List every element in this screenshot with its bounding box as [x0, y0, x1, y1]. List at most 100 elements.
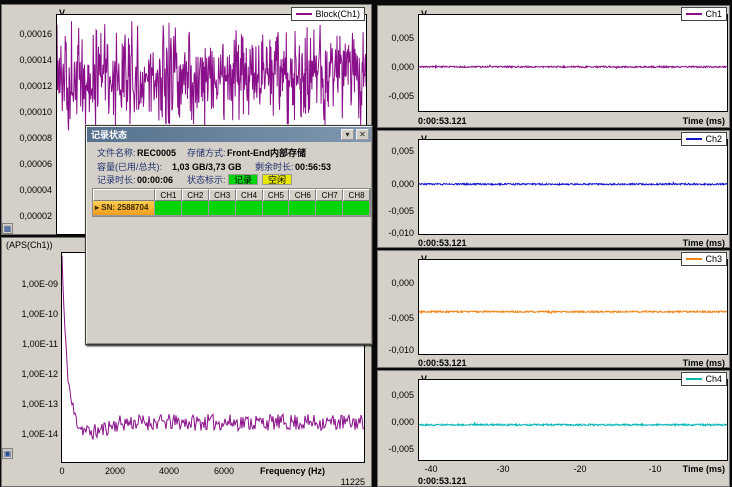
chart-tool-icon[interactable]: ▣ — [2, 448, 13, 459]
x-axis-label: Time (ms) — [683, 238, 725, 248]
y-tick: 0,00004 — [2, 185, 52, 195]
channel-status-table: CH1 CH2 CH3 CH4 CH5 CH6 CH7 CH8 ▸ SN: 25… — [92, 188, 371, 217]
table-header-blank — [93, 189, 155, 201]
ch-status-cell — [155, 201, 182, 216]
y-tick: 0,000 — [378, 278, 414, 288]
y-tick: -0,005 — [378, 206, 414, 216]
x-tick: 2000 — [95, 466, 135, 476]
y-tick: 1,00E-10 — [2, 309, 58, 319]
y-tick: 0,000 — [378, 179, 414, 189]
y-tick: 0,005 — [378, 146, 414, 156]
capacity-label: 容量(已用/总共): — [97, 162, 162, 172]
y-tick: 0,00012 — [2, 81, 52, 91]
scope-legend-ch3[interactable]: Ch3 — [681, 252, 727, 266]
dialog-titlebar[interactable]: 记录状态 ▾ ✕ — [87, 127, 371, 142]
y-tick: -0,005 — [378, 444, 414, 454]
ch-status-cell — [263, 201, 290, 216]
remaining-time-value: 00:56:53 — [295, 162, 331, 172]
y-tick: 0,005 — [378, 33, 414, 43]
file-name-label: 文件名称: — [97, 148, 136, 158]
cursor-time: 0:00:53.121 — [418, 358, 467, 368]
cursor-time: 0:00:53.121 — [418, 238, 467, 248]
table-header-ch2: CH2 — [182, 189, 209, 201]
scope-panel-ch4: V 0,005 0,000 -0,005 Ch4 -40 -30 -20 -10… — [377, 370, 730, 487]
record-duration-value: 00:00:06 — [137, 175, 173, 185]
y-tick: -0,010 — [378, 228, 414, 238]
x-tick: -20 — [560, 464, 600, 474]
status-indicator-label: 状态标示: — [187, 175, 226, 185]
cursor-time: 0:00:53.121 — [418, 116, 467, 126]
scope-canvas-ch3 — [419, 260, 727, 354]
x-tick: -30 — [483, 464, 523, 474]
x-tick: -40 — [411, 464, 451, 474]
table-header-ch6: CH6 — [289, 189, 316, 201]
scope-plot-ch2[interactable] — [418, 139, 728, 235]
y-tick: 0,00016 — [2, 29, 52, 39]
y-tick: 1,00E-11 — [2, 339, 58, 349]
legend-line-icon — [686, 138, 702, 140]
scope-canvas-ch1 — [419, 15, 727, 111]
chart-tool-icon[interactable]: ▦ — [2, 223, 13, 234]
status-recording-badge: 记录 — [228, 174, 258, 185]
legend-label: Ch3 — [705, 254, 722, 264]
remaining-time-label: 剩余时长: — [255, 162, 294, 172]
legend-label: Block(Ch1) — [315, 9, 360, 19]
x-tick-last: 11225 — [341, 477, 365, 487]
block-chart-legend[interactable]: Block(Ch1) — [291, 7, 365, 21]
table-header-ch7: CH7 — [316, 189, 343, 201]
ch-status-cell — [182, 201, 209, 216]
y-tick: 0,00008 — [2, 133, 52, 143]
table-row[interactable]: ▸ SN: 2588704 — [93, 201, 370, 216]
aps-chart-title: (APS(Ch1)) — [6, 240, 53, 250]
x-axis-label: Time (ms) — [683, 358, 725, 368]
y-tick: 0,00002 — [2, 211, 52, 221]
table-header-ch1: CH1 — [155, 189, 182, 201]
legend-label: Ch4 — [705, 374, 722, 384]
storage-mode-value: Front-End内部存储 — [227, 148, 306, 158]
scope-legend-ch4[interactable]: Ch4 — [681, 372, 727, 386]
ch-status-cell — [236, 201, 263, 216]
scope-panel-ch3: V 0,000 -0,005 -0,010 Ch3 0:00:53.121 Ti… — [377, 250, 730, 368]
file-name-value: REC0005 — [137, 148, 176, 158]
x-axis-label: Time (ms) — [683, 116, 725, 126]
capacity-value: 1,03 GB/3,73 GB — [172, 162, 242, 172]
legend-line-icon — [296, 13, 312, 15]
x-axis-label: Time (ms) — [683, 464, 725, 474]
scope-panel-ch2: V 0,005 0,000 -0,005 -0,010 Ch2 0:00:53.… — [377, 130, 730, 248]
ch-status-cell — [209, 201, 236, 216]
x-tick: -10 — [635, 464, 675, 474]
x-axis-label: Frequency (Hz) — [260, 466, 325, 476]
record-duration-label: 记录时长: — [97, 175, 136, 185]
legend-line-icon — [686, 13, 702, 15]
y-tick: 0,005 — [378, 390, 414, 400]
row-marker-icon: ▸ — [95, 203, 99, 212]
ch-status-cell — [343, 201, 370, 216]
legend-line-icon — [686, 258, 702, 260]
legend-line-icon — [686, 378, 702, 380]
y-tick: -0,010 — [378, 345, 414, 355]
scope-plot-ch3[interactable] — [418, 259, 728, 355]
legend-label: Ch2 — [705, 134, 722, 144]
dialog-body: 文件名称: REC0005 存储方式: Front-End内部存储 容量(已用/… — [87, 142, 371, 343]
ch-status-cell — [316, 201, 343, 216]
ch-status-cell — [289, 201, 316, 216]
y-tick: 0,00014 — [2, 55, 52, 65]
pin-icon[interactable]: ▾ — [341, 129, 354, 140]
scope-plot-ch4[interactable] — [418, 379, 728, 461]
daq-application-window: V 0,00016 0,00014 0,00012 0,00010 0,0000… — [0, 0, 732, 487]
device-sn-cell: ▸ SN: 2588704 — [93, 201, 155, 216]
y-tick: 1,00E-09 — [2, 279, 58, 289]
y-tick: -0,005 — [378, 313, 414, 323]
scope-plot-ch1[interactable] — [418, 14, 728, 112]
x-tick: 6000 — [204, 466, 244, 476]
close-icon[interactable]: ✕ — [356, 129, 369, 140]
scope-canvas-ch4 — [419, 380, 727, 460]
y-tick: 1,00E-14 — [2, 429, 58, 439]
x-tick: 4000 — [149, 466, 189, 476]
table-header-ch5: CH5 — [263, 189, 290, 201]
scope-canvas-ch2 — [419, 140, 727, 234]
scope-legend-ch2[interactable]: Ch2 — [681, 132, 727, 146]
y-tick: 0,000 — [378, 417, 414, 427]
scope-legend-ch1[interactable]: Ch1 — [681, 7, 727, 21]
y-tick: 0,00010 — [2, 107, 52, 117]
